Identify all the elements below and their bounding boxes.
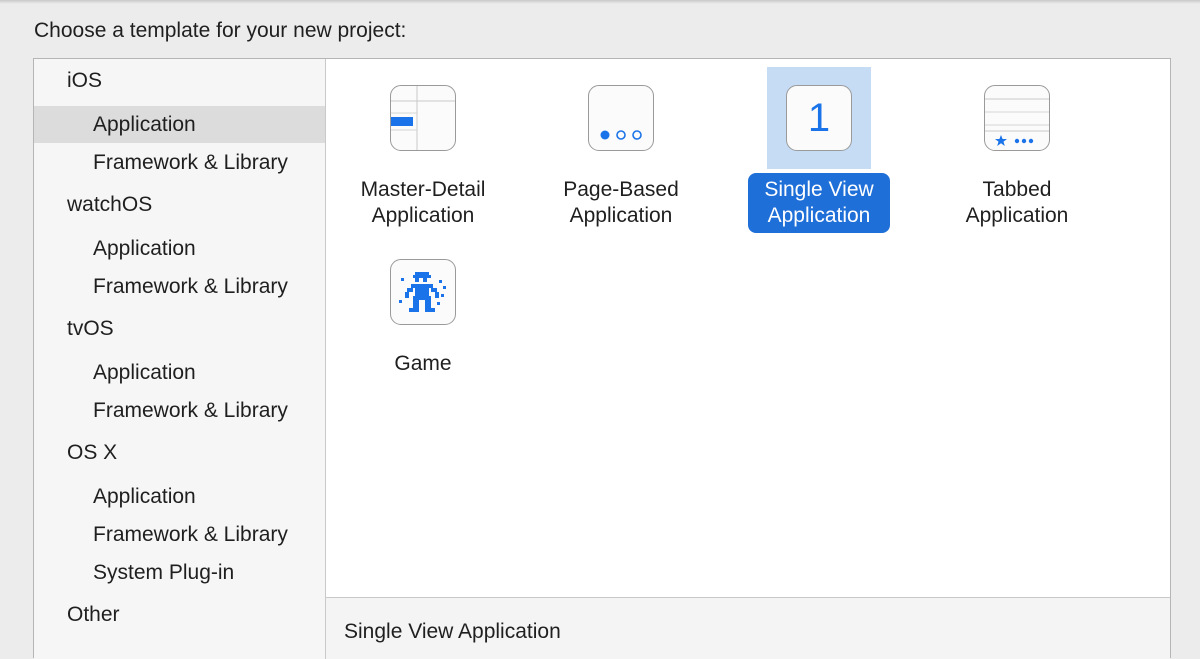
sidebar-item-ios-application[interactable]: Application bbox=[34, 106, 325, 143]
sidebar-item-osx-application[interactable]: Application bbox=[34, 478, 325, 515]
template-single-view[interactable]: 1 Single View Application bbox=[719, 67, 919, 233]
template-label: Page-Based Application bbox=[563, 178, 679, 227]
sidebar-item-watchos-framework-library[interactable]: Framework & Library bbox=[34, 268, 325, 305]
template-label: Tabbed Application bbox=[965, 178, 1069, 227]
game-icon bbox=[390, 259, 456, 325]
sidebar-platform-other[interactable]: Other bbox=[67, 603, 120, 627]
sidebar-item-ios-framework-library[interactable]: Framework & Library bbox=[34, 144, 325, 181]
sidebar-item-tvos-application[interactable]: Application bbox=[34, 354, 325, 391]
single-view-icon-numeral: 1 bbox=[807, 95, 831, 140]
tabbed-icon bbox=[984, 85, 1050, 151]
window-top-edge bbox=[0, 0, 1200, 4]
sidebar-item-osx-system-plugin[interactable]: System Plug-in bbox=[34, 554, 325, 591]
sidebar-platform-tvos[interactable]: tvOS bbox=[67, 317, 114, 341]
sidebar-item-osx-framework-library[interactable]: Framework & Library bbox=[34, 516, 325, 553]
sidebar-platform-ios[interactable]: iOS bbox=[67, 69, 102, 93]
sidebar-item-watchos-application[interactable]: Application bbox=[34, 230, 325, 267]
template-description-area: Single View Application bbox=[326, 597, 1170, 659]
template-label: Single View Application bbox=[748, 173, 890, 233]
platform-sidebar: iOS Application Framework & Library watc… bbox=[34, 59, 326, 659]
template-chooser-panel: iOS Application Framework & Library watc… bbox=[33, 58, 1171, 659]
template-description-title: Single View Application bbox=[344, 620, 561, 643]
template-label: Master-Detail Application bbox=[360, 178, 486, 227]
master-detail-icon bbox=[390, 85, 456, 151]
sidebar-platform-watchos[interactable]: watchOS bbox=[67, 193, 152, 217]
template-grid: Master-Detail Application Page-Based App… bbox=[326, 59, 1170, 659]
template-page-based[interactable]: Page-Based Application bbox=[521, 67, 721, 233]
dialog-prompt: Choose a template for your new project: bbox=[34, 19, 407, 42]
template-game[interactable]: Game bbox=[323, 241, 523, 381]
single-view-icon: 1 bbox=[786, 85, 852, 151]
page-based-icon bbox=[588, 85, 654, 151]
sidebar-platform-osx[interactable]: OS X bbox=[67, 441, 117, 465]
template-label: Game bbox=[394, 352, 452, 375]
sidebar-item-tvos-framework-library[interactable]: Framework & Library bbox=[34, 392, 325, 429]
template-master-detail[interactable]: Master-Detail Application bbox=[323, 67, 523, 233]
template-tabbed[interactable]: Tabbed Application bbox=[917, 67, 1117, 233]
